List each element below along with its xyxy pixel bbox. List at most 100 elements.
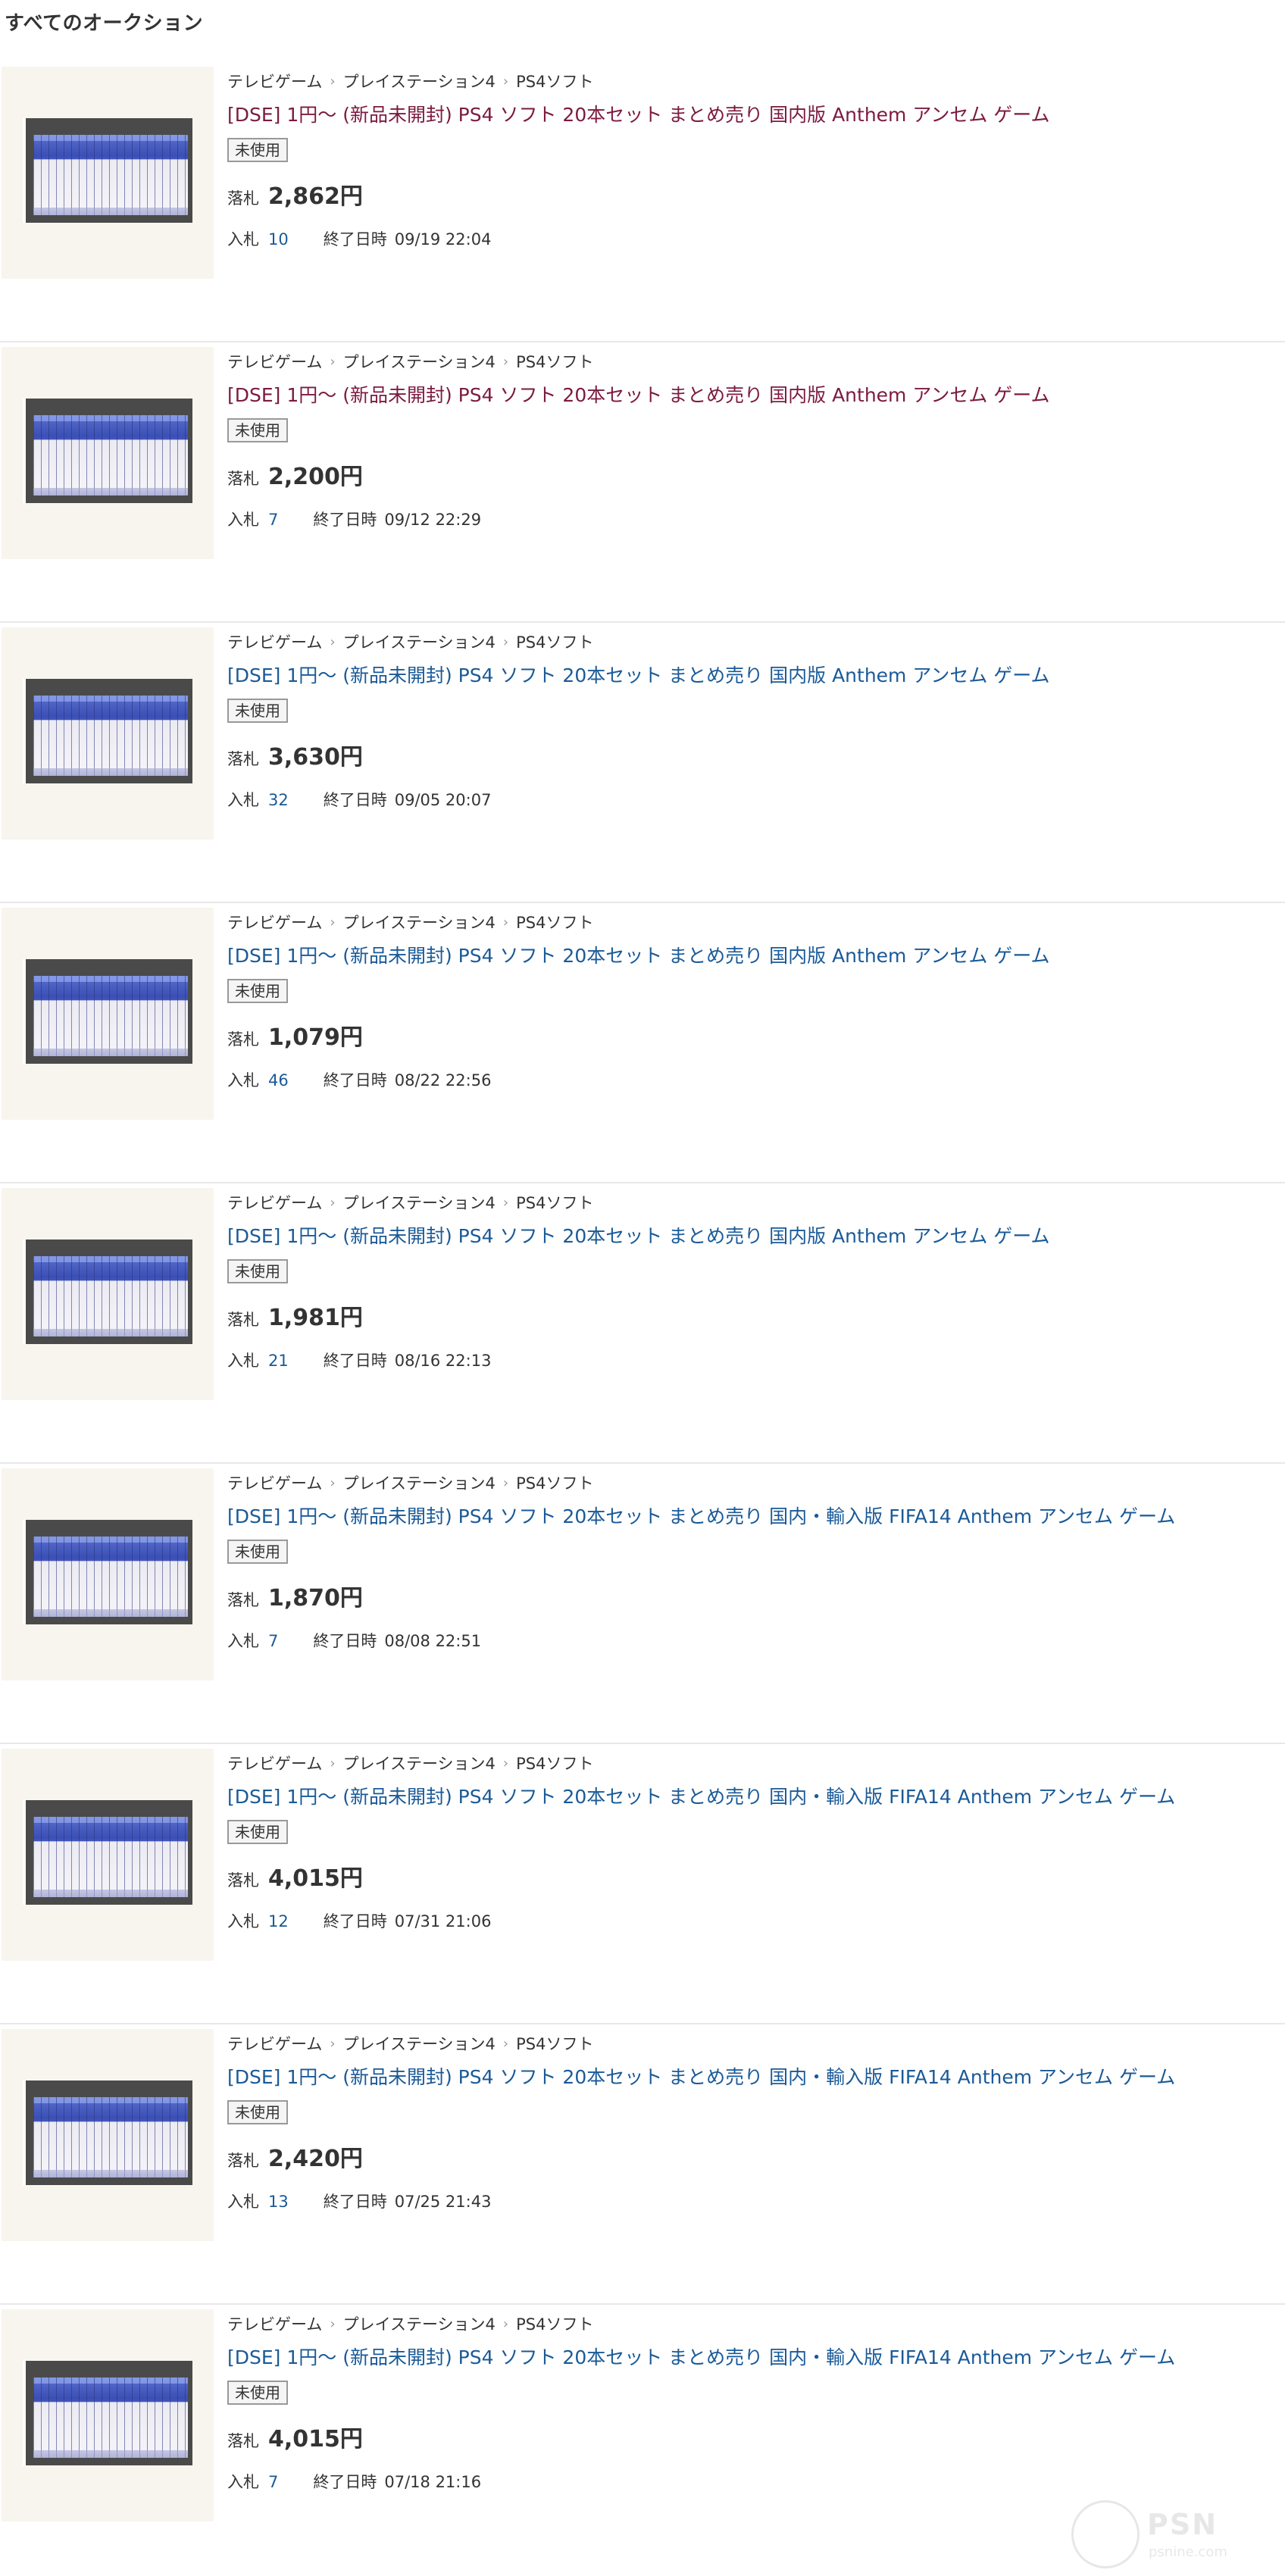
game-cases-image (33, 696, 188, 776)
item-title-link[interactable]: [DSE] 1円～ (新品未開封) PS4 ソフト 20本セット まとめ売り 国… (227, 100, 1273, 127)
bids-label: 入札 (227, 230, 259, 249)
breadcrumb-cat2[interactable]: プレイステーション4 (343, 2032, 496, 2055)
bids-count-link[interactable]: 12 (268, 1912, 289, 1930)
item-thumbnail[interactable] (2, 2309, 214, 2521)
item-thumbnail[interactable] (2, 67, 214, 279)
breadcrumb-cat2[interactable]: プレイステーション4 (343, 2312, 496, 2335)
chevron-right-icon: › (330, 73, 336, 89)
game-cases-image (33, 1256, 188, 1336)
item-image[interactable] (23, 118, 192, 223)
item-thumbnail[interactable] (2, 2029, 214, 2241)
item-title-link[interactable]: [DSE] 1円～ (新品未開封) PS4 ソフト 20本セット まとめ売り 国… (227, 941, 1273, 968)
bids-count-link[interactable]: 32 (268, 791, 289, 809)
breadcrumb-cat2[interactable]: プレイステーション4 (343, 350, 496, 373)
item-info: テレビゲーム › プレイステーション4 › PS4ソフト [DSE] 1円～ (… (227, 350, 1273, 530)
category-breadcrumb: テレビゲーム › プレイステーション4 › PS4ソフト (227, 911, 1273, 933)
item-image[interactable] (23, 2080, 192, 2185)
chevron-right-icon: › (502, 1755, 509, 1771)
breadcrumb-cat3[interactable]: PS4ソフト (516, 1471, 593, 1494)
breadcrumb-cat1[interactable]: テレビゲーム (227, 630, 322, 653)
bids-label: 入札 (227, 511, 259, 529)
watermark-text: PSN (1147, 2508, 1218, 2541)
item-image[interactable] (23, 959, 192, 1064)
item-title-link[interactable]: [DSE] 1円～ (新品未開封) PS4 ソフト 20本セット まとめ売り 国… (227, 1221, 1273, 1249)
breadcrumb-cat3[interactable]: PS4ソフト (516, 911, 593, 933)
breadcrumb-cat1[interactable]: テレビゲーム (227, 1471, 322, 1494)
price-label: 落札 (227, 1591, 259, 1609)
category-breadcrumb: テレビゲーム › プレイステーション4 › PS4ソフト (227, 630, 1273, 653)
breadcrumb-cat1[interactable]: テレビゲーム (227, 2312, 322, 2335)
item-thumbnail[interactable] (2, 347, 214, 559)
category-breadcrumb: テレビゲーム › プレイステーション4 › PS4ソフト (227, 350, 1273, 373)
breadcrumb-cat1[interactable]: テレビゲーム (227, 911, 322, 933)
breadcrumb-cat2[interactable]: プレイステーション4 (343, 1191, 496, 1214)
meta-row: 入札 10 終了日時 09/19 22:04 (227, 227, 1273, 250)
auction-list: テレビゲーム › プレイステーション4 › PS4ソフト [DSE] 1円～ (… (0, 62, 1285, 2576)
game-cases-image (33, 976, 188, 1056)
condition-badge: 未使用 (227, 2100, 288, 2124)
breadcrumb-cat3[interactable]: PS4ソフト (516, 1752, 593, 1774)
breadcrumb-cat1[interactable]: テレビゲーム (227, 1191, 322, 1214)
meta-row: 入札 12 終了日時 07/31 21:06 (227, 1909, 1273, 1932)
item-title-link[interactable]: [DSE] 1円～ (新品未開封) PS4 ソフト 20本セット まとめ売り 国… (227, 1782, 1273, 1809)
bids-count-link[interactable]: 46 (268, 1071, 289, 1089)
breadcrumb-cat3[interactable]: PS4ソフト (516, 630, 593, 653)
item-thumbnail[interactable] (2, 627, 214, 839)
item-thumbnail[interactable] (2, 1749, 214, 1961)
category-breadcrumb: テレビゲーム › プレイステーション4 › PS4ソフト (227, 2032, 1273, 2055)
item-thumbnail[interactable] (2, 908, 214, 1120)
breadcrumb-cat2[interactable]: プレイステーション4 (343, 1471, 496, 1494)
bids-count-link[interactable]: 10 (268, 230, 289, 249)
breadcrumb-cat2[interactable]: プレイステーション4 (343, 70, 496, 92)
bids-label: 入札 (227, 1632, 259, 1650)
chevron-right-icon: › (502, 633, 509, 650)
item-image[interactable] (23, 1800, 192, 1905)
bids-label: 入札 (227, 1352, 259, 1370)
bids-count-link[interactable]: 7 (268, 2473, 278, 2491)
condition-badge: 未使用 (227, 699, 288, 723)
breadcrumb-cat1[interactable]: テレビゲーム (227, 1752, 322, 1774)
breadcrumb-cat3[interactable]: PS4ソフト (516, 1191, 593, 1214)
breadcrumb-cat3[interactable]: PS4ソフト (516, 350, 593, 373)
chevron-right-icon: › (330, 353, 336, 370)
game-cases-image (33, 1817, 188, 1897)
price-label: 落札 (227, 2432, 259, 2450)
item-image[interactable] (23, 2361, 192, 2465)
end-time-label: 終了日時 (323, 1912, 387, 1930)
bids-count-link[interactable]: 7 (268, 1632, 278, 1650)
breadcrumb-cat3[interactable]: PS4ソフト (516, 70, 593, 92)
bids-count-link[interactable]: 21 (268, 1352, 289, 1370)
bids-count-link[interactable]: 7 (268, 511, 278, 529)
item-image[interactable] (23, 679, 192, 783)
breadcrumb-cat3[interactable]: PS4ソフト (516, 2032, 593, 2055)
item-title-link[interactable]: [DSE] 1円～ (新品未開封) PS4 ソフト 20本セット まとめ売り 国… (227, 380, 1273, 408)
game-cases-image (33, 1537, 188, 1617)
breadcrumb-cat3[interactable]: PS4ソフト (516, 2312, 593, 2335)
item-image[interactable] (23, 399, 192, 503)
item-image[interactable] (23, 1240, 192, 1344)
end-time-label: 終了日時 (323, 1071, 387, 1089)
condition-badge: 未使用 (227, 2381, 288, 2405)
breadcrumb-cat1[interactable]: テレビゲーム (227, 2032, 322, 2055)
breadcrumb-cat1[interactable]: テレビゲーム (227, 70, 322, 92)
item-info: テレビゲーム › プレイステーション4 › PS4ソフト [DSE] 1円～ (… (227, 911, 1273, 1091)
item-title-link[interactable]: [DSE] 1円～ (新品未開封) PS4 ソフト 20本セット まとめ売り 国… (227, 1502, 1273, 1529)
auction-item: テレビゲーム › プレイステーション4 › PS4ソフト [DSE] 1円～ (… (0, 342, 1285, 623)
item-thumbnail[interactable] (2, 1468, 214, 1680)
bids-count-link[interactable]: 13 (268, 2193, 289, 2211)
meta-row: 入札 46 終了日時 08/22 22:56 (227, 1068, 1273, 1091)
item-title-link[interactable]: [DSE] 1円～ (新品未開封) PS4 ソフト 20本セット まとめ売り 国… (227, 2343, 1273, 2370)
chevron-right-icon: › (502, 73, 509, 89)
breadcrumb-cat2[interactable]: プレイステーション4 (343, 1752, 496, 1774)
category-breadcrumb: テレビゲーム › プレイステーション4 › PS4ソフト (227, 2312, 1273, 2335)
item-title-link[interactable]: [DSE] 1円～ (新品未開封) PS4 ソフト 20本セット まとめ売り 国… (227, 661, 1273, 688)
price-row: 落札 1,870円 (227, 1579, 1273, 1612)
item-title-link[interactable]: [DSE] 1円～ (新品未開封) PS4 ソフト 20本セット まとめ売り 国… (227, 2062, 1273, 2090)
item-thumbnail[interactable] (2, 1188, 214, 1400)
breadcrumb-cat1[interactable]: テレビゲーム (227, 350, 322, 373)
item-image[interactable] (23, 1520, 192, 1624)
chevron-right-icon: › (502, 2035, 509, 2052)
price-value: 2,862円 (268, 183, 363, 210)
breadcrumb-cat2[interactable]: プレイステーション4 (343, 911, 496, 933)
breadcrumb-cat2[interactable]: プレイステーション4 (343, 630, 496, 653)
